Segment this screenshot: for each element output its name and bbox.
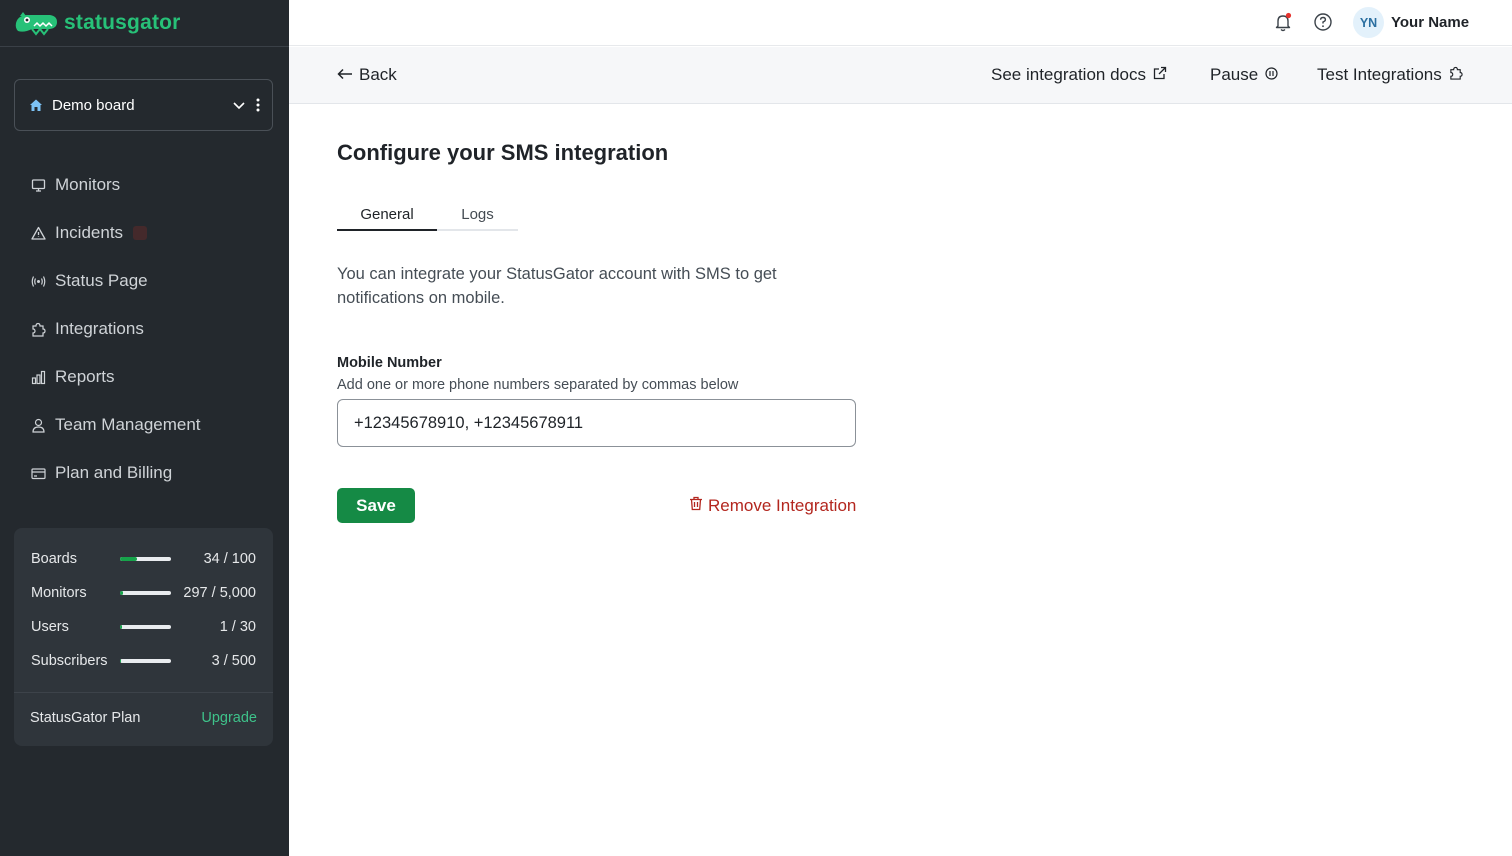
usage-row-boards: Boards 34 / 100	[31, 549, 256, 569]
monitor-icon	[31, 178, 46, 193]
test-label: Test Integrations	[1317, 65, 1442, 84]
arrow-left-icon	[337, 65, 353, 85]
usage-label: Subscribers	[31, 653, 108, 669]
credit-card-icon	[31, 466, 46, 481]
logo[interactable]: statusgator	[14, 8, 181, 38]
usage-row-subscribers: Subscribers 3 / 500	[31, 651, 256, 671]
plan-row: StatusGator Plan Upgrade	[30, 710, 257, 726]
usage-bar-fill	[120, 659, 122, 663]
usage-bar-fill	[120, 591, 124, 595]
app-name: statusgator	[64, 11, 181, 34]
usage-bar-fill	[120, 625, 122, 629]
sidebar-item-monitors[interactable]: Monitors	[0, 161, 289, 209]
pause-icon	[1265, 65, 1278, 85]
sidebar-nav: Monitors Incidents Status Page Integrati…	[0, 161, 289, 497]
mobile-number-label: Mobile Number	[337, 355, 442, 371]
avatar[interactable]: YN	[1353, 7, 1384, 38]
usage-label: Boards	[31, 551, 77, 567]
puzzle-icon	[1449, 65, 1463, 85]
action-bar: Back See integration docs Pause Test Int…	[289, 47, 1512, 104]
plan-name: StatusGator Plan	[30, 710, 141, 726]
divider	[0, 46, 289, 47]
help-icon[interactable]	[1313, 12, 1333, 32]
usage-bar	[120, 659, 171, 663]
sidebar-item-label: Incidents	[55, 223, 124, 242]
sidebar-item-team-management[interactable]: Team Management	[0, 401, 289, 449]
back-button[interactable]: Back	[337, 65, 397, 85]
tab-bar: General Logs	[337, 203, 518, 231]
usage-value: 3 / 500	[211, 653, 256, 669]
sidebar-item-plan-billing[interactable]: Plan and Billing	[0, 449, 289, 497]
usage-bar	[120, 625, 171, 629]
usage-value: 1 / 30	[219, 619, 256, 635]
usage-label: Monitors	[31, 585, 87, 601]
user-name[interactable]: Your Name	[1391, 14, 1469, 31]
sidebar-item-status-page[interactable]: Status Page	[0, 257, 289, 305]
tab-logs[interactable]: Logs	[437, 203, 518, 229]
mobile-number-help: Add one or more phone numbers separated …	[337, 377, 739, 393]
warning-icon	[31, 226, 46, 241]
integration-description: You can integrate your StatusGator accou…	[337, 265, 777, 307]
back-label: Back	[359, 65, 397, 84]
usage-value: 297 / 5,000	[183, 585, 256, 601]
pause-label: Pause	[1210, 65, 1259, 84]
puzzle-icon	[31, 322, 46, 337]
usage-panel: Boards 34 / 100 Monitors 297 / 5,000 Use…	[14, 528, 273, 746]
sidebar-item-integrations[interactable]: Integrations	[0, 305, 289, 353]
mobile-number-input[interactable]	[337, 399, 856, 447]
more-vertical-icon[interactable]	[256, 98, 260, 112]
broadcast-icon	[31, 274, 46, 289]
board-selector[interactable]: Demo board	[14, 79, 273, 131]
user-icon	[31, 418, 46, 433]
usage-bar	[120, 591, 171, 595]
upgrade-link[interactable]: Upgrade	[201, 710, 257, 726]
tab-general[interactable]: General	[337, 203, 437, 231]
board-name: Demo board	[52, 96, 135, 114]
usage-value: 34 / 100	[203, 551, 256, 567]
external-link-icon	[1153, 65, 1167, 85]
sidebar-item-label: Monitors	[55, 175, 121, 194]
usage-bar-fill	[120, 557, 138, 561]
page-title: Configure your SMS integration	[337, 140, 669, 165]
sidebar-item-label: Reports	[55, 367, 115, 386]
home-icon	[30, 99, 42, 111]
sidebar-item-incidents[interactable]: Incidents	[0, 209, 289, 257]
remove-label: Remove Integration	[708, 496, 857, 515]
gator-logo-icon	[15, 12, 57, 36]
docs-label: See integration docs	[991, 65, 1146, 84]
usage-label: Users	[31, 619, 69, 635]
test-integrations-button[interactable]: Test Integrations	[1317, 65, 1463, 85]
divider	[14, 692, 273, 693]
bar-chart-icon	[31, 370, 46, 385]
sidebar-item-label: Integrations	[55, 319, 144, 338]
usage-row-users: Users 1 / 30	[31, 617, 256, 637]
pause-button[interactable]: Pause	[1210, 65, 1278, 85]
bell-icon[interactable]	[1273, 12, 1293, 32]
usage-bar	[120, 557, 171, 561]
sidebar-item-reports[interactable]: Reports	[0, 353, 289, 401]
incident-count-badge	[133, 226, 148, 240]
top-header: YN Your Name	[289, 0, 1512, 46]
remove-integration-button[interactable]: Remove Integration	[689, 496, 856, 516]
save-button[interactable]: Save	[337, 488, 415, 523]
sidebar: statusgator Demo board Monitors Incident…	[0, 0, 289, 856]
trash-icon	[689, 496, 703, 516]
sidebar-item-label: Team Management	[55, 415, 201, 434]
usage-row-monitors: Monitors 297 / 5,000	[31, 583, 256, 603]
chevron-down-icon[interactable]	[232, 98, 246, 112]
sidebar-item-label: Status Page	[55, 271, 148, 290]
integration-docs-link[interactable]: See integration docs	[991, 65, 1167, 85]
sidebar-item-label: Plan and Billing	[55, 463, 173, 482]
